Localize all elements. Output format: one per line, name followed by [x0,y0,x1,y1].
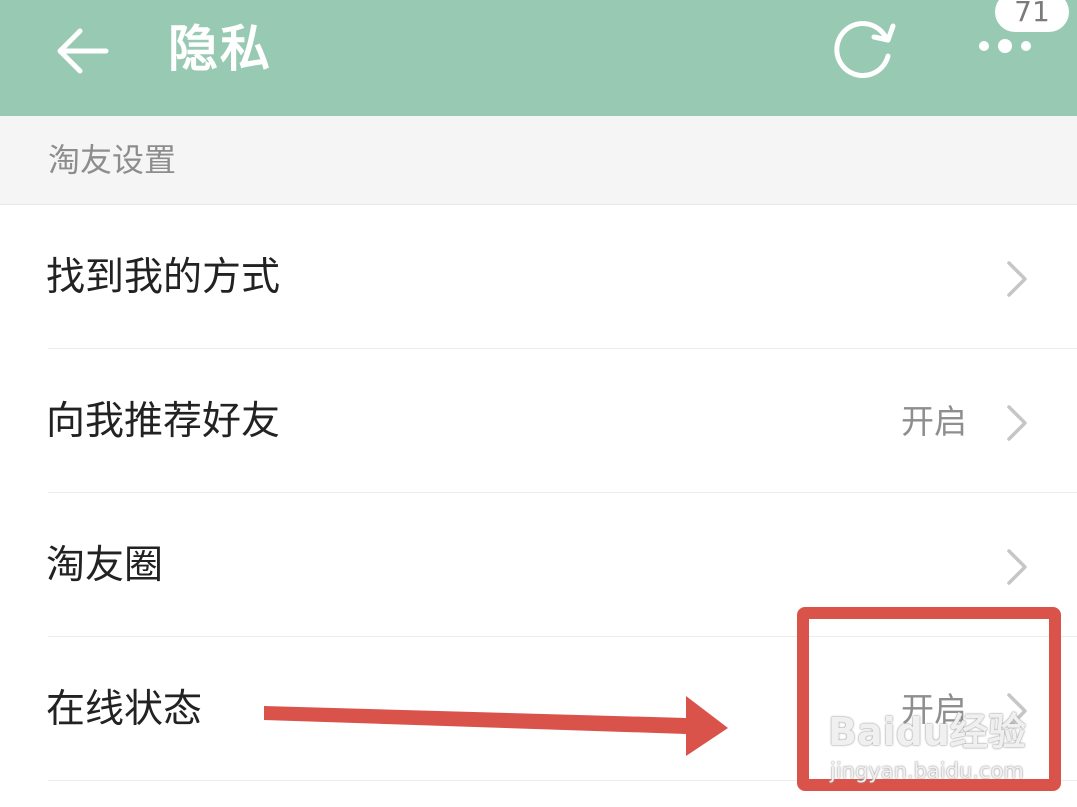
refresh-icon [834,21,896,79]
notification-badge: 71 [995,0,1069,32]
chevron-right-icon [1007,549,1027,585]
chevron-right-icon [1007,261,1027,297]
more-dots-icon [979,39,1031,53]
page-title: 隐私 [168,20,272,78]
refresh-button[interactable] [828,12,904,82]
row-label: 找到我的方式 [46,255,281,300]
section-header: 淘友设置 [0,116,1077,205]
chevron-right-icon [1007,405,1027,441]
back-button[interactable] [50,18,116,84]
annotation-arrow [264,696,728,756]
watermark-url: jingyan.baidu.com [830,759,1024,783]
arrow-left-icon [57,28,109,74]
app-header: 隐私 71 [0,0,1077,116]
row-value: 开启 [901,402,967,441]
watermark: Baidu经验 jingyan.baidu.com [828,710,1028,790]
more-button[interactable] [970,26,1040,66]
row-label: 在线状态 [46,687,203,732]
watermark-logo: Baidu经验 [828,710,1026,754]
section-title: 淘友设置 [48,141,177,179]
row-label: 向我推荐好友 [46,399,281,444]
row-label: 淘友圈 [46,543,164,588]
row-find-me[interactable]: 找到我的方式 [0,205,1077,349]
row-recommend-friends[interactable]: 向我推荐好友 开启 [0,349,1077,493]
